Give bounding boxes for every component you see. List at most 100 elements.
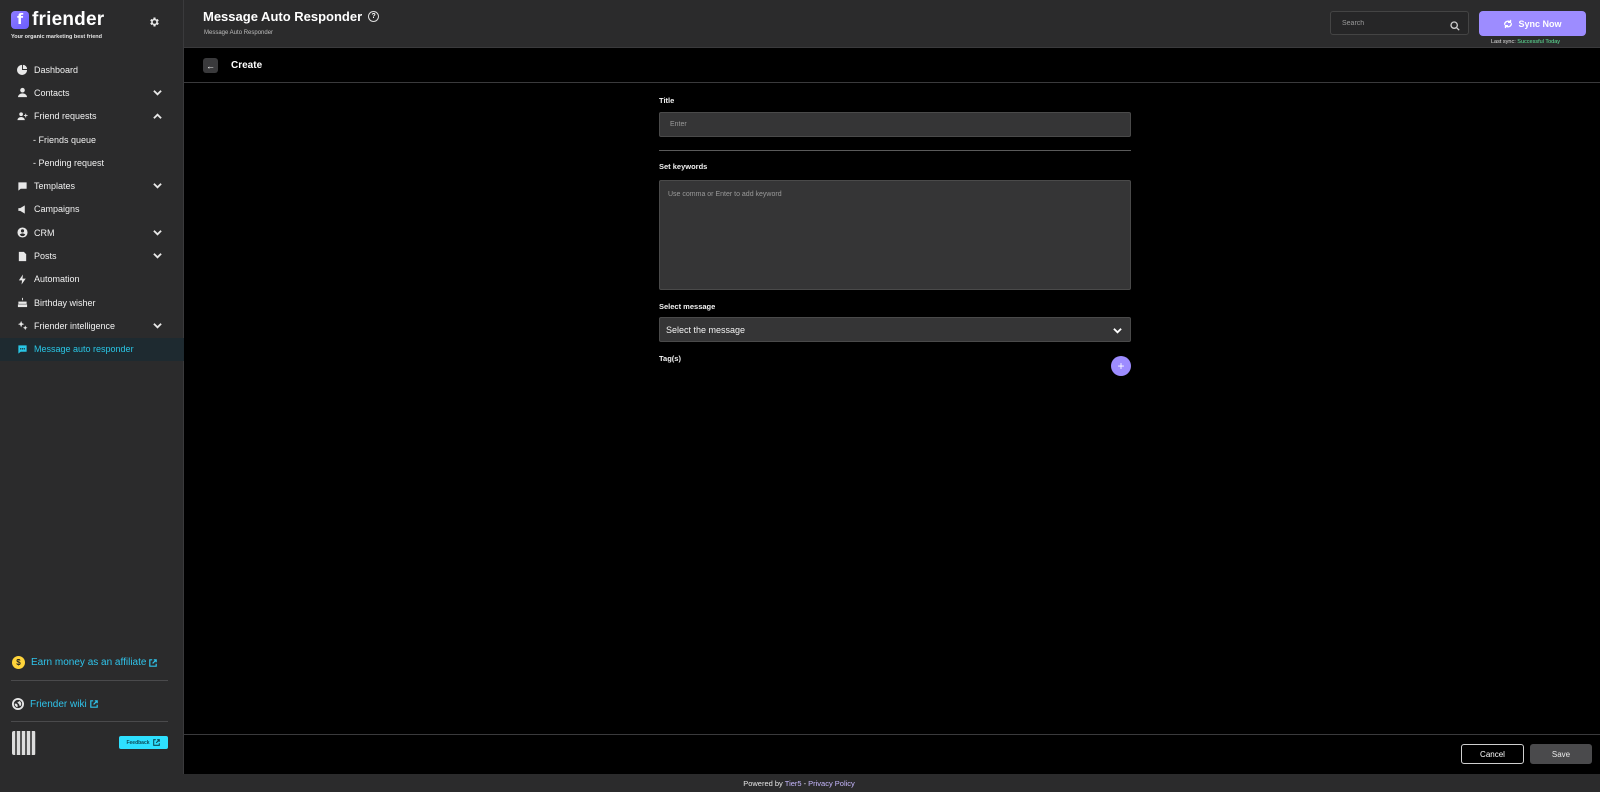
dashboard-icon — [16, 64, 28, 76]
sidebar-item-label: Dashboard — [34, 64, 79, 75]
sidebar-item-label: Campaigns — [34, 204, 80, 215]
affiliate-label: Earn money as an affiliate — [31, 657, 147, 668]
templates-icon — [16, 180, 28, 192]
feedback-label: Feedback — [126, 739, 150, 746]
sidebar-item-dashboard[interactable]: Dashboard — [0, 58, 184, 81]
affiliate-link[interactable]: $ Earn money as an affiliate — [12, 656, 158, 669]
chevron-down-icon[interactable] — [153, 181, 162, 190]
sidebar-item-birthday-wisher[interactable]: Birthday wisher — [0, 291, 184, 314]
brand-name: friender — [32, 9, 105, 30]
intelligence-icon — [16, 320, 28, 332]
title-placeholder: Enter — [670, 121, 687, 128]
sidebar-item-label: Birthday wisher — [34, 297, 96, 308]
search-icon[interactable] — [1450, 18, 1460, 31]
chevron-down-icon[interactable] — [153, 88, 162, 97]
sidebar-item-label: Templates — [34, 181, 76, 192]
sidebar-item-friender-intelligence[interactable]: Friender intelligence — [0, 314, 184, 337]
back-button[interactable]: ← — [203, 58, 218, 73]
footer-divider — [184, 734, 1600, 735]
powered-by-footer: Powered by Tier5 - Privacy Policy — [0, 774, 1600, 792]
sidebar-item-label: Automation — [34, 274, 80, 285]
wiki-label: Friender wiki — [30, 698, 87, 710]
automation-icon — [16, 273, 28, 285]
sidebar-item-label: Friender intelligence — [34, 320, 116, 331]
contacts-icon — [16, 87, 28, 99]
powered-prefix: Powered by — [743, 778, 783, 788]
chevron-up-icon[interactable] — [153, 112, 162, 121]
sync-label: Sync Now — [1518, 18, 1562, 29]
top-header: Message Auto Responder ? Message Auto Re… — [184, 0, 1600, 48]
external-link-icon — [152, 738, 161, 747]
chevron-down-icon[interactable] — [153, 321, 162, 330]
sidebar-item-pending-request[interactable]: - Pending request — [0, 151, 184, 174]
powered-separator: - — [803, 778, 807, 788]
chevron-down-icon[interactable] — [153, 228, 162, 237]
page-title: Message Auto Responder ? — [203, 9, 380, 24]
message-select[interactable]: Select the message — [659, 317, 1131, 342]
sidebar-item-label: Friend requests — [34, 111, 97, 122]
sidebar-divider — [11, 721, 168, 722]
message-select-value: Select the message — [666, 324, 746, 335]
birthday-icon — [16, 297, 28, 309]
add-tag-button[interactable]: + — [1111, 356, 1131, 376]
keywords-textarea[interactable]: Use comma or Enter to add keyword — [659, 180, 1131, 290]
sidebar-item-label: - Pending request — [33, 157, 105, 168]
sidebar-item-campaigns[interactable]: Campaigns — [0, 198, 184, 221]
breadcrumb[interactable]: Message Auto Responder — [204, 30, 273, 36]
sidebar-item-label: CRM — [34, 227, 55, 238]
sync-now-button[interactable]: Sync Now — [1479, 11, 1586, 36]
posts-icon — [16, 250, 28, 262]
create-bar: ← Create — [184, 48, 1600, 83]
campaigns-icon — [16, 203, 28, 215]
last-sync-status: Last sync: Successful Today — [1491, 39, 1560, 45]
sidebar-item-automation[interactable]: Automation — [0, 268, 184, 291]
last-sync-value: Successful Today — [1517, 39, 1560, 45]
auto-responder-icon — [16, 343, 28, 355]
sidebar-item-friend-requests[interactable]: Friend requests — [0, 105, 184, 128]
sidebar-item-label: Message auto responder — [34, 344, 134, 355]
title-label: Title — [659, 96, 675, 105]
privacy-policy-link[interactable]: Privacy Policy — [808, 779, 855, 788]
globe-icon — [12, 698, 24, 710]
external-link-icon — [149, 658, 158, 667]
search-input[interactable] — [1331, 12, 1441, 35]
form-divider — [659, 150, 1131, 151]
chevron-down-icon[interactable] — [153, 251, 162, 260]
settings-gear-icon[interactable] — [147, 16, 161, 30]
crm-icon — [16, 227, 28, 239]
sidebar-item-crm[interactable]: CRM — [0, 221, 184, 244]
logo-icon: f — [11, 11, 29, 29]
sync-icon — [1504, 19, 1513, 28]
app-root: f friender Your organic marketing best f… — [0, 0, 1600, 792]
brand-logo[interactable]: f friender Your organic marketing best f… — [11, 9, 104, 40]
auto-responder-form: Title Enter Set keywords Use comma or En… — [659, 96, 1131, 376]
sidebar-item-label: Posts — [34, 251, 57, 262]
keywords-label: Set keywords — [659, 162, 708, 171]
feedback-button[interactable]: Feedback — [119, 736, 168, 749]
avatar[interactable] — [12, 731, 36, 755]
external-link-icon — [89, 700, 98, 708]
sidebar-item-contacts[interactable]: Contacts — [0, 81, 184, 104]
wiki-link[interactable]: Friender wiki — [12, 698, 98, 710]
search-box — [1330, 11, 1469, 35]
chevron-down-icon — [1113, 326, 1122, 335]
save-button[interactable]: Save — [1530, 744, 1592, 764]
message-label: Select message — [659, 302, 716, 311]
sidebar-item-posts[interactable]: Posts — [0, 244, 184, 267]
sidebar-item-label: - Friends queue — [33, 134, 97, 145]
cancel-button[interactable]: Cancel — [1461, 744, 1524, 764]
section-title: Create — [231, 60, 263, 71]
sidebar-item-label: Contacts — [34, 87, 70, 98]
tags-label: Tag(s) — [659, 354, 681, 363]
help-icon[interactable]: ? — [368, 11, 380, 22]
sidebar-item-message-auto-responder[interactable]: Message auto responder — [0, 337, 184, 361]
title-input[interactable]: Enter — [659, 112, 1131, 137]
sidebar: f friender Your organic marketing best f… — [0, 0, 184, 792]
page-title-text: Message Auto Responder — [203, 9, 363, 24]
tier5-link[interactable]: Tier5 — [785, 779, 802, 788]
sidebar-item-friends-queue[interactable]: - Friends queue — [0, 128, 184, 151]
friend-requests-icon — [16, 110, 28, 122]
sidebar-item-templates[interactable]: Templates — [0, 174, 184, 197]
last-sync-prefix: Last sync: — [1491, 39, 1516, 45]
keywords-placeholder: Use comma or Enter to add keyword — [668, 191, 782, 198]
